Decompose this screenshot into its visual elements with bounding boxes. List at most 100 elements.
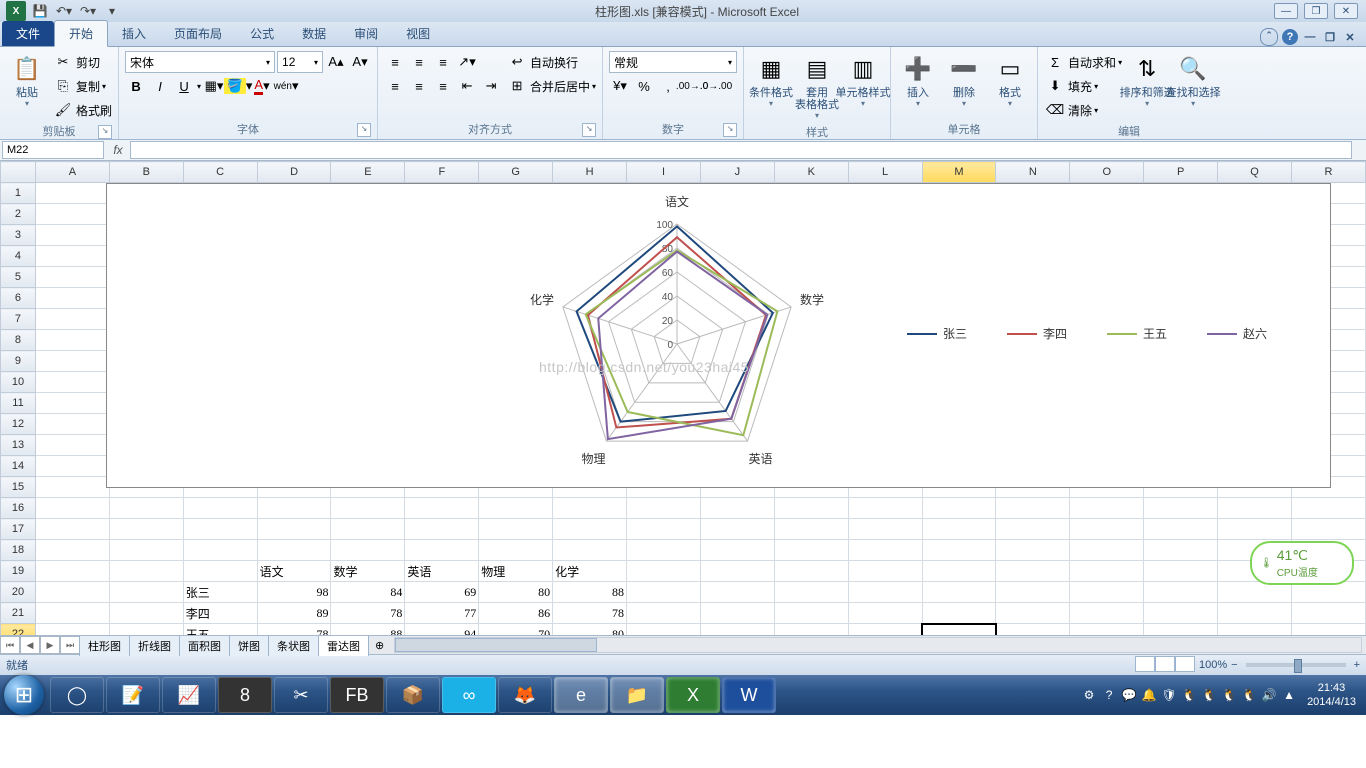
tab-review[interactable]: 审阅 [340,21,392,46]
tray-volume-icon[interactable]: 🔊 [1261,687,1277,703]
window-min-icon[interactable]: ― [1302,29,1318,45]
minimize-button[interactable]: ― [1274,3,1298,19]
align-right-icon[interactable]: ≡ [432,75,454,97]
sheet-tab[interactable]: 饼图 [229,635,269,656]
sheet-tab[interactable]: 折线图 [129,635,180,656]
horizontal-scrollbar[interactable] [394,637,1362,653]
name-box[interactable]: M22 [2,141,104,159]
tab-formulas[interactable]: 公式 [236,21,288,46]
qat-customize-icon[interactable]: ▾ [102,1,122,21]
copy-icon[interactable]: ⎘ [52,75,74,97]
orientation-icon[interactable]: ↗▾ [456,51,478,73]
dialog-launcher-icon[interactable]: ↘ [582,123,596,137]
undo-icon[interactable]: ↶▾ [54,1,74,21]
taskbar-clock[interactable]: 21:432014/4/13 [1301,681,1362,709]
tab-file[interactable]: 文件 [2,21,54,46]
wrap-text-label[interactable]: 自动换行 [530,54,578,71]
paste-button[interactable]: 📋 粘贴▾ [6,51,48,110]
tray-icon[interactable]: 🐧 [1221,687,1237,703]
align-bottom-icon[interactable]: ≡ [432,51,454,73]
cut-label[interactable]: 剪切 [76,54,100,71]
sheet-tab[interactable]: 雷达图 [318,635,369,656]
window-close-icon[interactable]: ✕ [1342,29,1358,45]
tab-page-layout[interactable]: 页面布局 [160,21,236,46]
start-button[interactable]: ⊞ [4,675,44,715]
chart-object[interactable]: 020406080100语文数学英语物理化学张三李四王五赵六 http://bl… [106,183,1331,488]
zoom-slider[interactable] [1246,663,1346,667]
tray-icon[interactable]: 💬 [1121,687,1137,703]
find-select-button[interactable]: 🔍查找和选择▾ [1172,51,1214,110]
decrease-decimal-icon[interactable]: .0→.00 [705,75,727,97]
taskbar-app-explorer[interactable]: 📁 [610,677,664,713]
align-center-icon[interactable]: ≡ [408,75,430,97]
format-painter-icon[interactable]: 🖌 [52,99,74,121]
sheet-nav-last-icon[interactable]: ⏭ [60,636,80,654]
cell-styles-button[interactable]: ▥单元格样式▾ [842,51,884,110]
tab-insert[interactable]: 插入 [108,21,160,46]
taskbar-app-word[interactable]: W [722,677,776,713]
new-sheet-icon[interactable]: ⊕ [369,639,390,652]
sheet-tab[interactable]: 条状图 [268,635,319,656]
close-button[interactable]: ✕ [1334,3,1358,19]
taskbar-app-8[interactable]: 8 [218,677,272,713]
merge-label[interactable]: 合并后居中 [530,78,590,95]
taskbar-app-matlab[interactable]: 📈 [162,677,216,713]
sheet-nav-next-icon[interactable]: ▶ [40,636,60,654]
wrap-text-icon[interactable]: ↩ [506,51,528,73]
indent-left-icon[interactable]: ⇤ [456,75,478,97]
view-buttons[interactable] [1135,656,1195,675]
sheet-tab[interactable]: 柱形图 [79,635,130,656]
clear-label[interactable]: 清除 [1068,102,1092,119]
cut-icon[interactable]: ✂ [52,51,74,73]
merge-icon[interactable]: ⊞ [506,75,528,97]
fill-icon[interactable]: ⬇ [1044,75,1066,97]
grow-font-icon[interactable]: A▴ [325,51,347,73]
font-name-select[interactable]: 宋体▾ [125,51,275,73]
tray-icon[interactable]: 🛡 [1161,687,1177,703]
taskbar-app-flash[interactable]: FB [330,677,384,713]
shrink-font-icon[interactable]: A▾ [349,51,371,73]
formula-input[interactable] [130,141,1352,159]
autosum-icon[interactable]: Σ [1044,51,1066,73]
tray-icon[interactable]: 🐧 [1201,687,1217,703]
font-color-icon[interactable]: A▾ [251,75,273,97]
redo-icon[interactable]: ↷▾ [78,1,98,21]
autosum-label[interactable]: 自动求和 [1068,54,1116,71]
tab-view[interactable]: 视图 [392,21,444,46]
sheet-nav-first-icon[interactable]: ⏮ [0,636,20,654]
underline-button[interactable]: U [173,75,195,97]
taskbar-app-cloud[interactable]: ∞ [442,677,496,713]
tray-icon[interactable]: ⚙ [1081,687,1097,703]
align-top-icon[interactable]: ≡ [384,51,406,73]
indent-right-icon[interactable]: ⇥ [480,75,502,97]
format-cell-button[interactable]: ▭格式▾ [989,51,1031,110]
sheet-tab[interactable]: 面积图 [179,635,230,656]
bold-button[interactable]: B [125,75,147,97]
percent-icon[interactable]: % [633,75,655,97]
restore-button[interactable]: ❐ [1304,3,1328,19]
sheet-nav-prev-icon[interactable]: ◀ [20,636,40,654]
align-left-icon[interactable]: ≡ [384,75,406,97]
tray-icon[interactable]: ? [1101,687,1117,703]
tab-data[interactable]: 数据 [288,21,340,46]
italic-button[interactable]: I [149,75,171,97]
currency-icon[interactable]: ¥▾ [609,75,631,97]
insert-cell-button[interactable]: ➕插入▾ [897,51,939,110]
format-table-button[interactable]: ▤套用 表格格式▾ [796,51,838,122]
minimize-ribbon-icon[interactable]: ˆ [1260,28,1278,46]
zoom-in-icon[interactable]: + [1354,659,1360,671]
tab-home[interactable]: 开始 [54,20,108,47]
zoom-out-icon[interactable]: − [1231,659,1237,671]
align-middle-icon[interactable]: ≡ [408,51,430,73]
taskbar-app-snip[interactable]: ✂ [274,677,328,713]
save-icon[interactable]: 💾 [30,1,50,21]
font-size-select[interactable]: 12▾ [277,51,323,73]
dialog-launcher-icon[interactable]: ↘ [98,125,112,139]
phonetic-icon[interactable]: wén▾ [275,75,297,97]
taskbar-app-eclipse[interactable]: ◯ [50,677,104,713]
tray-icon[interactable]: 🐧 [1241,687,1257,703]
taskbar-app-box[interactable]: 📦 [386,677,440,713]
fill-color-icon[interactable]: 🪣▾ [227,75,249,97]
help-icon[interactable]: ? [1282,29,1298,45]
taskbar-app-excel[interactable]: X [666,677,720,713]
